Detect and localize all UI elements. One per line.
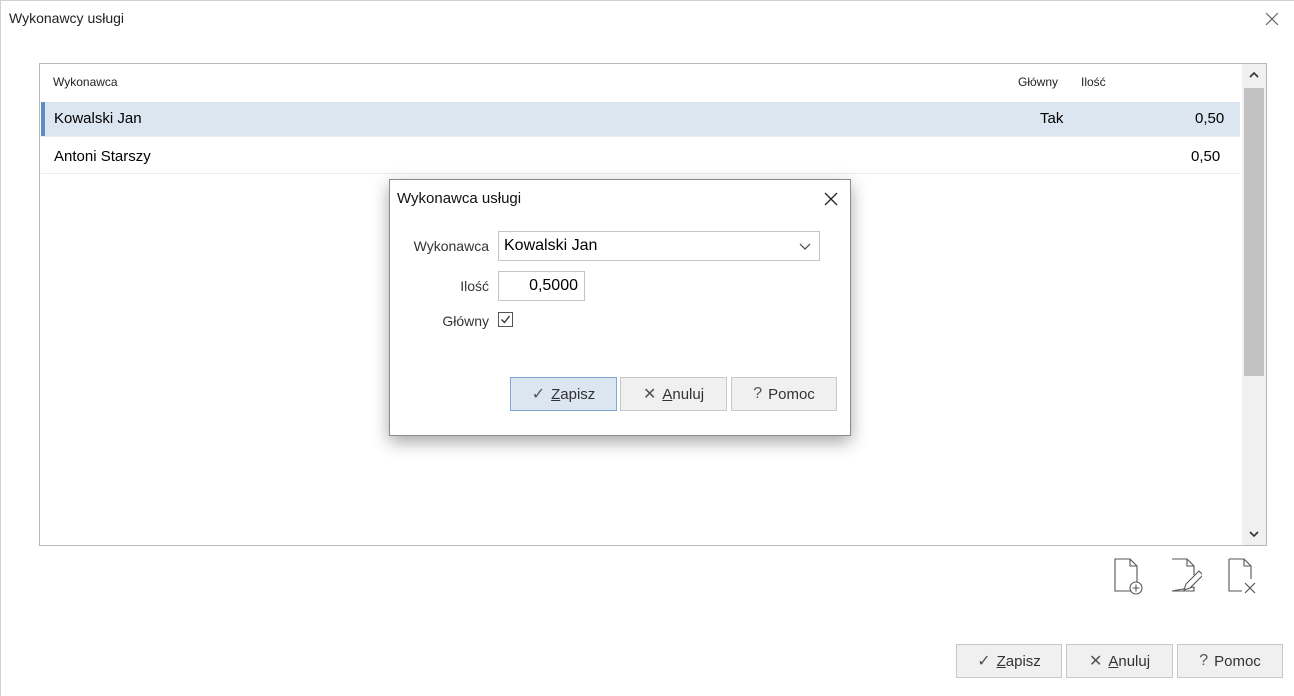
document-delete-icon[interactable] bbox=[1225, 553, 1259, 597]
cell-ilosc: 0,50 bbox=[1191, 148, 1221, 165]
glowny-label: Główny bbox=[442, 313, 489, 329]
help-icon: ? bbox=[753, 385, 763, 402]
cell-ilosc: 0,50 bbox=[1195, 110, 1225, 127]
chevron-down-icon[interactable] bbox=[797, 238, 813, 254]
dialog-cancel-button[interactable]: ✕ Anuluj bbox=[620, 377, 727, 411]
vertical-scrollbar[interactable] bbox=[1242, 64, 1266, 545]
ilosc-label: Ilość bbox=[460, 278, 489, 294]
row-divider bbox=[41, 136, 1240, 137]
window-title: Wykonawcy usługi bbox=[9, 10, 125, 26]
checkmark-icon bbox=[501, 315, 511, 324]
quantity-value: 0,5000 bbox=[529, 277, 578, 294]
table-row[interactable]: Antoni Starszy 0,50 bbox=[41, 140, 1240, 174]
check-icon: ✓ bbox=[531, 386, 546, 403]
cancel-label: nuluj bbox=[672, 385, 705, 403]
close-icon[interactable] bbox=[1258, 5, 1286, 33]
cancel-mnemonic: A bbox=[662, 385, 673, 403]
scrollbar-thumb[interactable] bbox=[1244, 88, 1264, 376]
dialog-title: Wykonawca usługi bbox=[397, 190, 522, 207]
save-label: apisz bbox=[1005, 652, 1041, 670]
wykonawca-label: Wykonawca bbox=[413, 238, 489, 254]
cell-glowny: Tak bbox=[1040, 110, 1064, 127]
main-executor-checkbox[interactable] bbox=[498, 312, 513, 327]
cancel-label: nuluj bbox=[1118, 652, 1151, 670]
save-label: apisz bbox=[560, 385, 596, 403]
scroll-down-icon[interactable] bbox=[1242, 523, 1266, 545]
help-label: Pomoc bbox=[768, 385, 815, 403]
wykonawca-select[interactable]: Kowalski Jan bbox=[498, 231, 820, 261]
scroll-up-icon[interactable] bbox=[1242, 64, 1266, 86]
column-header-wykonawca[interactable]: Wykonawca bbox=[53, 75, 118, 89]
close-icon: ✕ bbox=[1088, 653, 1103, 670]
grid-header: Wykonawca Główny Ilość bbox=[40, 64, 1240, 102]
check-icon: ✓ bbox=[977, 653, 991, 670]
cell-wykonawca: Antoni Starszy bbox=[54, 148, 151, 165]
table-row[interactable]: Kowalski Jan Tak 0,50 bbox=[41, 102, 1240, 136]
column-header-glowny[interactable]: Główny bbox=[1018, 75, 1058, 89]
quantity-field[interactable]: 0,5000 bbox=[498, 271, 585, 301]
close-icon[interactable] bbox=[818, 186, 844, 212]
dialog-save-button[interactable]: ✓ Zapisz bbox=[510, 377, 617, 411]
cancel-button[interactable]: ✕ Anuluj bbox=[1066, 644, 1173, 678]
help-label: Pomoc bbox=[1214, 652, 1261, 670]
cell-wykonawca: Kowalski Jan bbox=[54, 110, 142, 127]
save-mnemonic: Z bbox=[551, 385, 561, 403]
save-mnemonic: Z bbox=[996, 652, 1006, 670]
document-edit-icon[interactable] bbox=[1168, 553, 1204, 597]
executor-dialog: Wykonawca usługi Wykonawca Kowalski Jan … bbox=[389, 179, 851, 436]
column-header-ilosc[interactable]: Ilość bbox=[1081, 75, 1106, 89]
help-icon: ? bbox=[1199, 652, 1209, 669]
cancel-mnemonic: A bbox=[1108, 652, 1119, 670]
close-icon: ✕ bbox=[642, 386, 657, 403]
wykonawca-value: Kowalski Jan bbox=[504, 237, 598, 254]
dialog-help-button[interactable]: ? Pomoc bbox=[731, 377, 837, 411]
help-button[interactable]: ? Pomoc bbox=[1177, 644, 1283, 678]
row-divider bbox=[41, 173, 1240, 174]
document-add-icon[interactable] bbox=[1111, 553, 1145, 597]
save-button[interactable]: ✓ Zapisz bbox=[956, 644, 1062, 678]
